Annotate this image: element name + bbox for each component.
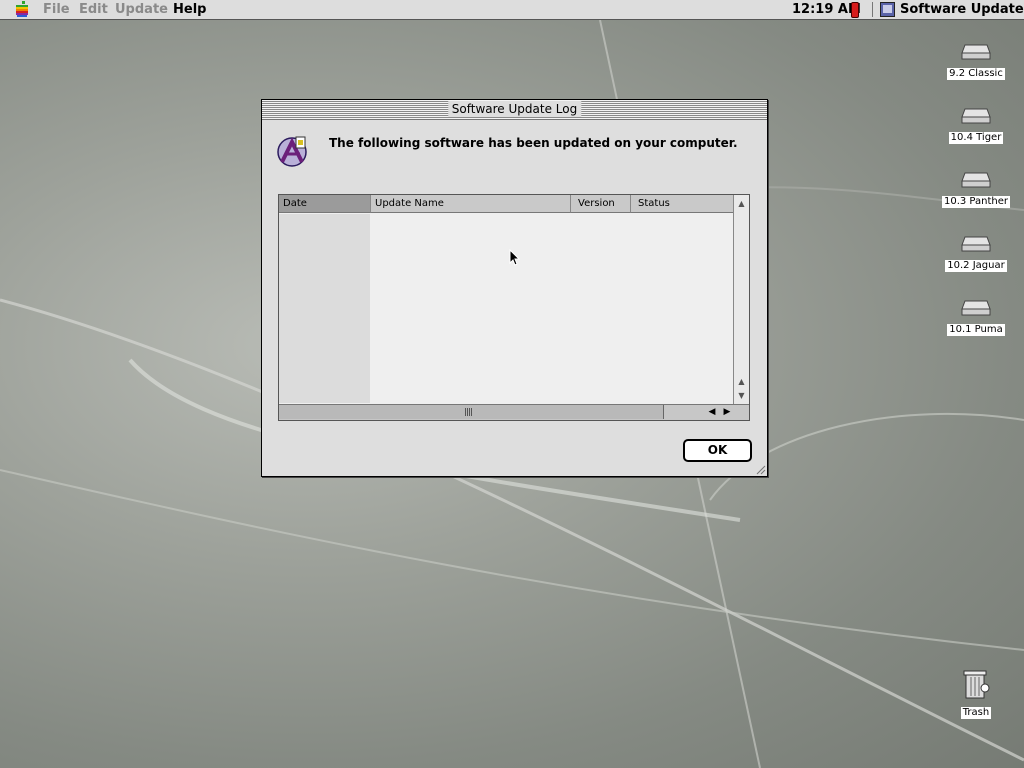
- column-sort-direction-icon[interactable]: ▲: [734, 197, 749, 211]
- battery-icon[interactable]: [851, 2, 859, 18]
- scroll-left-arrow-icon[interactable]: ◀: [705, 405, 719, 419]
- drive-icon-10-1-puma[interactable]: 10.1 Puma: [941, 299, 1011, 336]
- drive-label: 10.2 Jaguar: [945, 260, 1007, 272]
- drive-label: 10.1 Puma: [947, 324, 1005, 336]
- vertical-scrollbar[interactable]: ▲ ▲ ▼: [733, 195, 749, 405]
- scroll-grip-icon: [465, 408, 473, 416]
- drive-label: 10.3 Panther: [941, 196, 1010, 208]
- trash-icon: [963, 670, 990, 699]
- hard-drive-icon: [961, 300, 991, 316]
- drive-icon-10-3-panther[interactable]: 10.3 Panther: [941, 171, 1011, 208]
- menu-file[interactable]: File: [43, 0, 70, 19]
- window-title: Software Update Log: [447, 101, 582, 117]
- scroll-down-arrow-icon[interactable]: ▼: [734, 389, 749, 403]
- menu-edit[interactable]: Edit: [79, 0, 108, 19]
- menubar-divider: [872, 2, 873, 17]
- software-update-app-icon[interactable]: [880, 2, 895, 17]
- menu-update[interactable]: Update: [115, 0, 168, 19]
- dialog-message: The following software has been updated …: [329, 136, 738, 150]
- horizontal-scroll-thumb[interactable]: [279, 405, 664, 419]
- drive-label: 9.2 Classic: [947, 68, 1005, 80]
- software-update-log-window: Software Update Log The following softwa…: [261, 99, 768, 477]
- hard-drive-icon: [961, 236, 991, 252]
- software-update-icon: [277, 136, 307, 167]
- hard-drive-icon: [961, 108, 991, 124]
- window-title-bar[interactable]: Software Update Log: [262, 100, 767, 120]
- drive-label: 10.4 Tiger: [948, 132, 1004, 144]
- date-column-highlight: [279, 214, 370, 403]
- column-header-status[interactable]: Status: [631, 195, 734, 213]
- ok-button[interactable]: OK: [683, 439, 752, 462]
- drive-icon-10-4-tiger[interactable]: 10.4 Tiger: [941, 107, 1011, 144]
- drive-icon-10-2-jaguar[interactable]: 10.2 Jaguar: [941, 235, 1011, 272]
- menu-help[interactable]: Help: [173, 0, 206, 19]
- menu-bar: File Edit Update Help 12:19 AM Software …: [0, 0, 1024, 20]
- hard-drive-icon: [961, 44, 991, 60]
- apple-menu-icon[interactable]: [14, 1, 30, 18]
- scroll-up-arrow-icon[interactable]: ▲: [734, 375, 749, 389]
- column-header-update-name[interactable]: Update Name: [371, 195, 571, 213]
- trash-can[interactable]: Trash: [941, 668, 1011, 719]
- trash-label: Trash: [960, 707, 992, 719]
- hard-drive-icon: [961, 172, 991, 188]
- scroll-right-arrow-icon[interactable]: ▶: [720, 405, 734, 419]
- drive-icon-9-2-classic[interactable]: 9.2 Classic: [941, 43, 1011, 80]
- resize-grip-icon[interactable]: [755, 464, 766, 475]
- column-header-version[interactable]: Version: [571, 195, 631, 213]
- mouse-pointer-icon: [509, 249, 520, 266]
- update-log-table[interactable]: Date Update Name Version Status ▲ ▲ ▼ ◀ …: [278, 194, 750, 421]
- application-menu[interactable]: Software Update: [900, 0, 1024, 19]
- column-header-date[interactable]: Date: [279, 195, 371, 213]
- horizontal-scrollbar[interactable]: ◀ ▶: [279, 404, 749, 420]
